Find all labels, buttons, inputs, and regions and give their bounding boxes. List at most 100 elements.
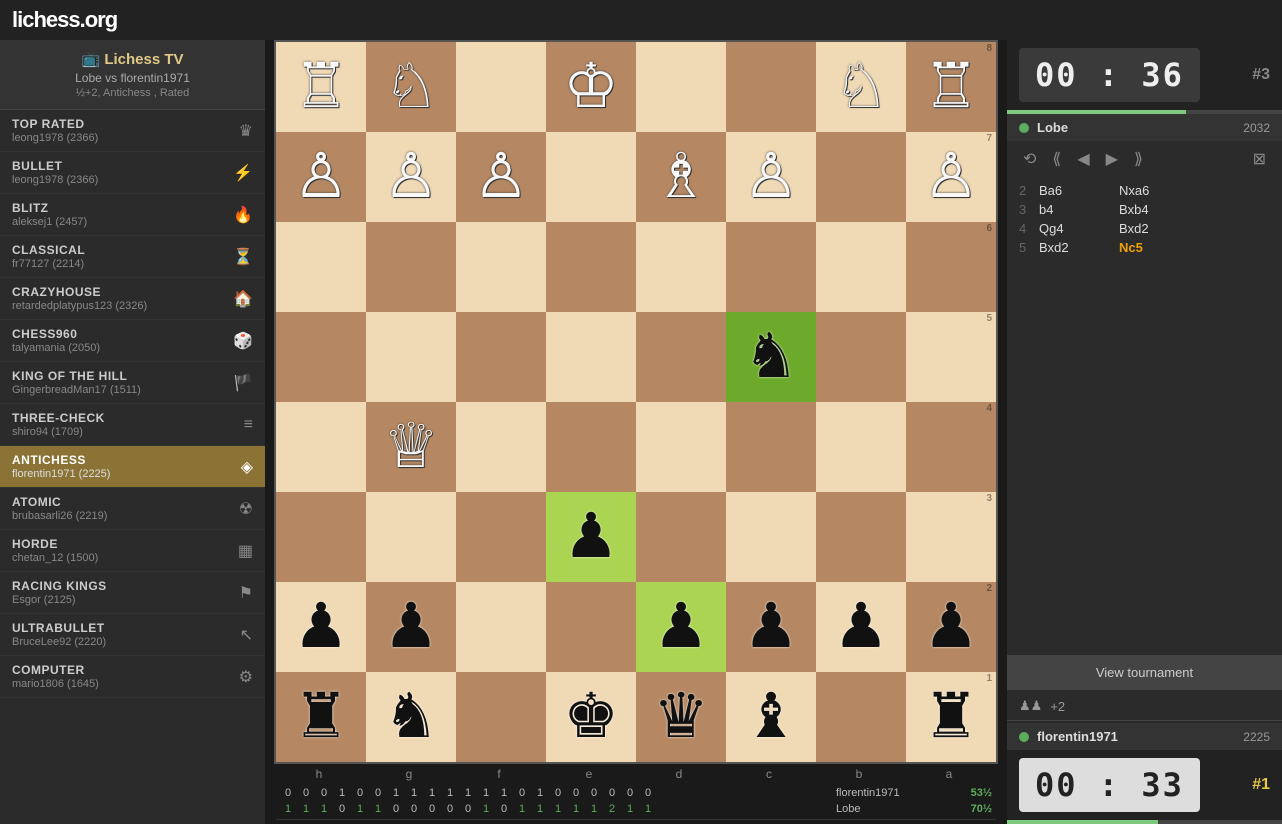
extra-btn[interactable]: ⊠	[1249, 147, 1270, 171]
sidebar-item-blitz[interactable]: BLITZ aleksej1 (2457) 🔥	[0, 194, 265, 236]
move-row: 2 Ba6 Nxa6	[1019, 181, 1270, 200]
board-square[interactable]	[636, 42, 726, 132]
board-square[interactable]	[366, 222, 456, 312]
board-square[interactable]: ♕	[366, 402, 456, 492]
sidebar-item-crazyhouse[interactable]: CRAZYHOUSE retardedplatypus123 (2326) 🏠	[0, 278, 265, 320]
sidebar-item-three-check[interactable]: THREE-CHECK shiro94 (1709) ≡	[0, 404, 265, 446]
board-square[interactable]	[636, 402, 726, 492]
last-move-btn[interactable]: ⟫	[1130, 147, 1147, 171]
move-white[interactable]: b4	[1039, 202, 1119, 217]
rank-label: 1	[986, 674, 992, 684]
board-square[interactable]: ♟	[726, 582, 816, 672]
board-square[interactable]	[546, 582, 636, 672]
board-square[interactable]: ♞	[366, 672, 456, 762]
board-square[interactable]	[456, 582, 546, 672]
first-move-btn[interactable]: ⟪	[1048, 147, 1065, 171]
sidebar-item-ultrabullet[interactable]: ULTRABULLET BruceLee92 (2220) ↖	[0, 614, 265, 656]
board-square[interactable]: ♜1	[906, 672, 996, 762]
board-square[interactable]: 4	[906, 402, 996, 492]
board-square[interactable]	[816, 492, 906, 582]
board-square[interactable]	[726, 222, 816, 312]
board-square[interactable]	[456, 312, 546, 402]
board-square[interactable]: ♙	[366, 132, 456, 222]
view-tournament-button[interactable]: View tournament	[1007, 655, 1282, 690]
board-square[interactable]	[456, 222, 546, 312]
board-square[interactable]	[546, 222, 636, 312]
board-square[interactable]	[816, 222, 906, 312]
board-square[interactable]: ♟	[636, 582, 726, 672]
board-square[interactable]: ♙	[276, 132, 366, 222]
board-square[interactable]: ♙7	[906, 132, 996, 222]
board-square[interactable]	[456, 672, 546, 762]
board-square[interactable]	[726, 42, 816, 132]
move-black[interactable]: Nxa6	[1119, 183, 1199, 198]
board-square[interactable]	[816, 402, 906, 492]
board-square[interactable]: ♛	[636, 672, 726, 762]
board-square[interactable]: ♖8	[906, 42, 996, 132]
stats-player-row: 111011000001011111211Lobe70½	[276, 801, 996, 817]
board-square[interactable]: ♟2	[906, 582, 996, 672]
board-square[interactable]: 3	[906, 492, 996, 582]
board-square[interactable]	[546, 402, 636, 492]
prev-move-btn[interactable]: ◀	[1073, 147, 1093, 171]
white-piece: ♖	[923, 56, 979, 118]
board-square[interactable]	[276, 222, 366, 312]
board-square[interactable]	[546, 312, 636, 402]
board-square[interactable]: ♔	[546, 42, 636, 132]
board-square[interactable]	[276, 492, 366, 582]
sidebar-item-king-of-the-hill[interactable]: KING OF THE HILL GingerbreadMan17 (1511)…	[0, 362, 265, 404]
board-square[interactable]	[726, 402, 816, 492]
move-white[interactable]: Bxd2	[1039, 240, 1119, 255]
board-square[interactable]: ♟	[276, 582, 366, 672]
board-square[interactable]	[816, 312, 906, 402]
board-square[interactable]: ♞	[726, 312, 816, 402]
sidebar-item-classical[interactable]: CLASSICAL fr77127 (2214) ⏳	[0, 236, 265, 278]
board-square[interactable]	[456, 42, 546, 132]
board-square[interactable]: ♖	[276, 42, 366, 132]
board-square[interactable]: ♜	[276, 672, 366, 762]
sidebar-item-antichess[interactable]: ANTICHESS florentin1971 (2225) ◈	[0, 446, 265, 488]
board-square[interactable]: ♝	[726, 672, 816, 762]
board-square[interactable]	[636, 492, 726, 582]
move-black[interactable]: Bxb4	[1119, 202, 1199, 217]
move-black[interactable]: Bxd2	[1119, 221, 1199, 236]
board-square[interactable]: ♘	[816, 42, 906, 132]
board-square[interactable]: ♙	[726, 132, 816, 222]
board-square[interactable]	[456, 402, 546, 492]
board-square[interactable]: ♟	[816, 582, 906, 672]
sidebar-item-horde[interactable]: HORDE chetan_12 (1500) ▦	[0, 530, 265, 572]
board-square[interactable]: ♘	[366, 42, 456, 132]
move-white[interactable]: Qg4	[1039, 221, 1119, 236]
sidebar-item-top-rated[interactable]: TOP RATED leong1978 (2366) ♛	[0, 110, 265, 152]
board-square[interactable]: 5	[906, 312, 996, 402]
file-label: f	[454, 764, 544, 781]
board-square[interactable]	[276, 312, 366, 402]
sidebar-item-computer[interactable]: COMPUTER mario1806 (1645) ⚙	[0, 656, 265, 698]
board-square[interactable]	[816, 672, 906, 762]
board-square[interactable]	[366, 312, 456, 402]
board-square[interactable]: ♗	[636, 132, 726, 222]
stat-number: 2	[604, 803, 620, 815]
board-square[interactable]: 6	[906, 222, 996, 312]
board-square[interactable]	[456, 492, 546, 582]
sidebar-item-atomic[interactable]: ATOMIC brubasarli26 (2219) ☢	[0, 488, 265, 530]
board-square[interactable]	[366, 492, 456, 582]
sidebar-item-racing-kings[interactable]: RACING KINGS Esgor (2125) ⚑	[0, 572, 265, 614]
move-white[interactable]: Ba6	[1039, 183, 1119, 198]
board-square[interactable]: ♙	[456, 132, 546, 222]
board-square[interactable]: ♟	[546, 492, 636, 582]
board-square[interactable]	[636, 222, 726, 312]
move-black[interactable]: Nc5	[1119, 240, 1143, 255]
flip-board-btn[interactable]: ⟲	[1019, 147, 1040, 171]
board-square[interactable]	[636, 312, 726, 402]
site-logo[interactable]: lichess.org	[12, 7, 117, 33]
sidebar-item-chess960[interactable]: CHESS960 talyamania (2050) 🎲	[0, 320, 265, 362]
board-square[interactable]	[546, 132, 636, 222]
board-square[interactable]: ♟	[366, 582, 456, 672]
sidebar-item-bullet[interactable]: BULLET leong1978 (2366) ⚡	[0, 152, 265, 194]
board-square[interactable]	[816, 132, 906, 222]
board-square[interactable]	[276, 402, 366, 492]
next-move-btn[interactable]: ▶	[1102, 147, 1122, 171]
board-square[interactable]	[726, 492, 816, 582]
board-square[interactable]: ♚	[546, 672, 636, 762]
